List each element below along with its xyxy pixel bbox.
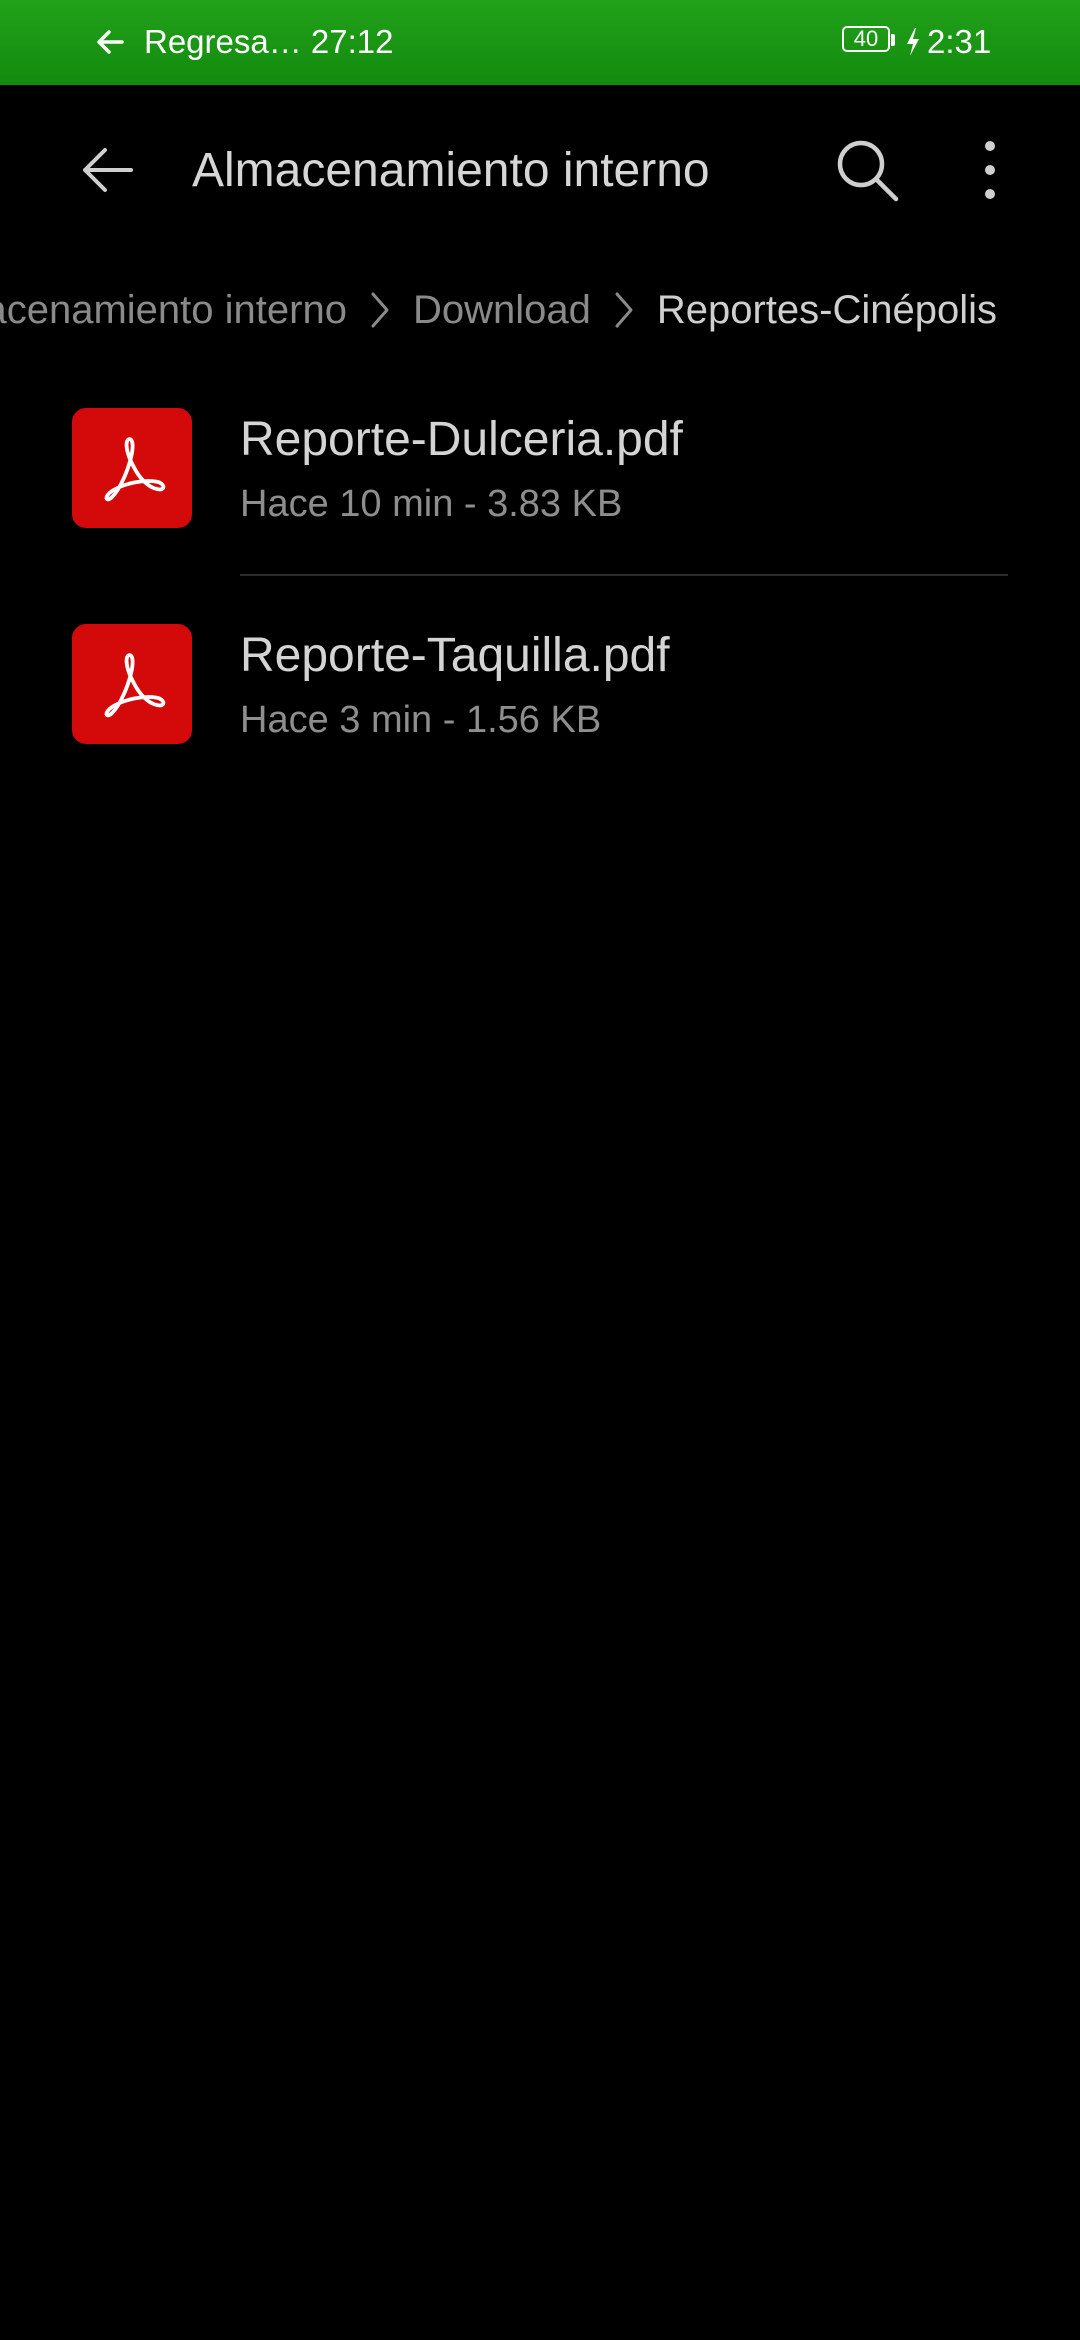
more-vertical-icon [985,141,995,199]
status-time: 2:31 [927,23,992,60]
pdf-icon [72,408,192,528]
chevron-right-icon [615,292,633,328]
app-bar: Almacenamiento interno [0,85,1080,255]
arrow-left-icon [83,148,133,192]
back-button[interactable] [62,125,152,215]
file-meta: Hace 10 min - 3.83 KB [240,483,623,525]
acrobat-logo-icon [104,437,166,502]
battery-level: 40 [842,26,890,52]
pdf-icon [72,624,192,744]
file-name: Reporte-Dulceria.pdf [240,413,683,466]
ongoing-call-text[interactable]: Regresa… 27:12 [144,20,393,64]
battery-icon: 40 [842,26,898,56]
return-to-call-icon[interactable] [92,24,128,60]
file-name: Reporte-Taquilla.pdf [240,629,670,682]
charging-icon [907,28,919,56]
breadcrumb-item-download[interactable]: Download [413,275,591,345]
file-row[interactable]: Reporte-Taquilla.pdf Hace 3 min - 1.56 K… [0,576,1080,792]
chevron-right-icon [371,292,389,328]
search-button[interactable] [822,125,912,215]
breadcrumb-item-current-folder[interactable]: Reportes-Cinépolis [657,275,997,345]
breadcrumb: Almacenamiento interno Download Reportes… [0,275,1080,345]
acrobat-logo-icon [104,653,166,718]
page-title: Almacenamiento interno [192,144,710,197]
more-options-button[interactable] [945,125,1035,215]
file-list: Reporte-Dulceria.pdf Hace 10 min - 3.83 … [0,360,1080,792]
file-meta: Hace 3 min - 1.56 KB [240,699,602,741]
status-bar: Regresa… 27:12 40 2:31 [0,0,1080,85]
file-row[interactable]: Reporte-Dulceria.pdf Hace 10 min - 3.83 … [0,360,1080,576]
search-icon [837,140,899,202]
breadcrumb-item-internal-storage[interactable]: Almacenamiento interno [0,275,347,345]
